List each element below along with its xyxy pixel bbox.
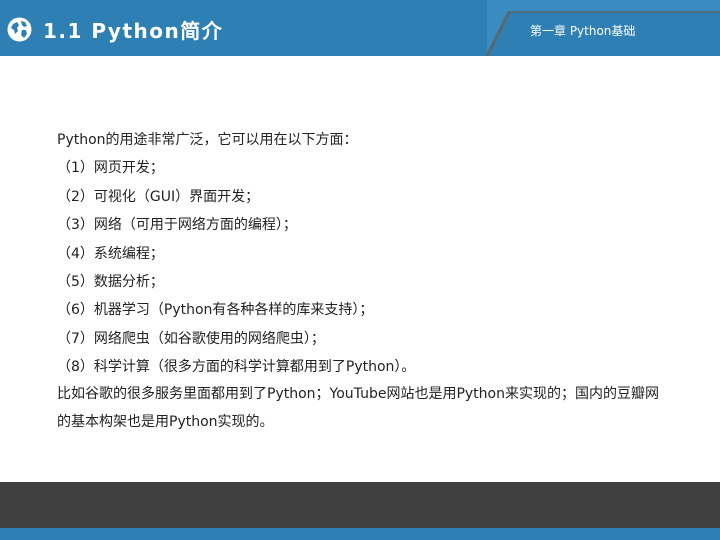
list-item: （2）可视化（GUI）界面开发； — [57, 188, 260, 205]
list-item: （7）网络爬虫（如谷歌使用的网络爬虫）； — [57, 330, 325, 347]
list-item: （8）科学计算（很多方面的科学计算都用到了Python）。 — [57, 359, 416, 376]
footer-bar — [0, 482, 720, 528]
slide-title: 1.1 Python简介 — [43, 19, 224, 43]
list-item: （6）机器学习（Python有各种各样的库来支持）； — [57, 302, 374, 319]
globe-icon — [7, 17, 32, 42]
summary-paragraph: 比如谷歌的很多服务里面都用到了Python；YouTube网站也是用Python… — [57, 385, 659, 430]
slide-body: Python的用途非常广泛，它可以用在以下方面： （1）网页开发； （2）可视化… — [57, 130, 677, 436]
footer-accent — [0, 528, 720, 540]
intro-text: Python的用途非常广泛，它可以用在以下方面： — [57, 132, 358, 148]
list-item: （4）系统编程； — [57, 245, 164, 262]
chapter-label: 第一章 Python基础 — [530, 24, 636, 38]
list-item: （3）网络（可用于网络方面的编程）； — [57, 217, 297, 234]
list-item: （5）数据分析； — [57, 273, 164, 290]
list-item: （1）网页开发； — [57, 160, 164, 177]
